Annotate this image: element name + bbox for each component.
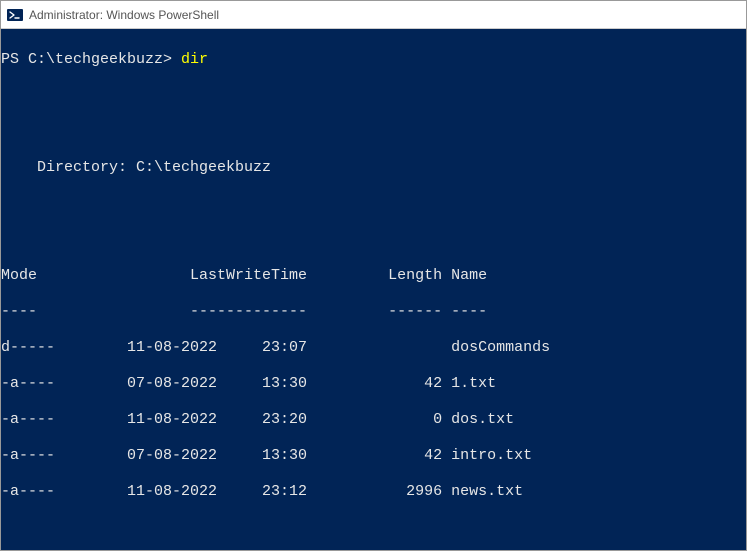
blank-line xyxy=(1,519,746,537)
window-title: Administrator: Windows PowerShell xyxy=(29,8,219,22)
prompt-line: PS C:\techgeekbuzz> dir xyxy=(1,51,746,69)
table-header-rule: ---- ------------- ------ ---- xyxy=(1,303,746,321)
table-row: -a---- 07-08-2022 13:30 42 1.txt xyxy=(1,375,746,393)
powershell-window: Administrator: Windows PowerShell PS C:\… xyxy=(0,0,747,551)
terminal-viewport[interactable]: PS C:\techgeekbuzz> dir Directory: C:\te… xyxy=(1,29,746,550)
blank-line xyxy=(1,231,746,249)
table-row: -a---- 11-08-2022 23:12 2996 news.txt xyxy=(1,483,746,501)
directory-line: Directory: C:\techgeekbuzz xyxy=(1,159,746,177)
titlebar[interactable]: Administrator: Windows PowerShell xyxy=(1,1,746,29)
blank-line xyxy=(1,123,746,141)
table-row: -a---- 07-08-2022 13:30 42 intro.txt xyxy=(1,447,746,465)
prompt: PS C:\techgeekbuzz> xyxy=(1,51,181,68)
command-dir: dir xyxy=(181,51,208,68)
table-header: Mode LastWriteTime Length Name xyxy=(1,267,746,285)
table-row: -a---- 11-08-2022 23:20 0 dos.txt xyxy=(1,411,746,429)
blank-line xyxy=(1,87,746,105)
powershell-icon xyxy=(7,7,23,23)
table-row: d----- 11-08-2022 23:07 dosCommands xyxy=(1,339,746,357)
blank-line xyxy=(1,195,746,213)
